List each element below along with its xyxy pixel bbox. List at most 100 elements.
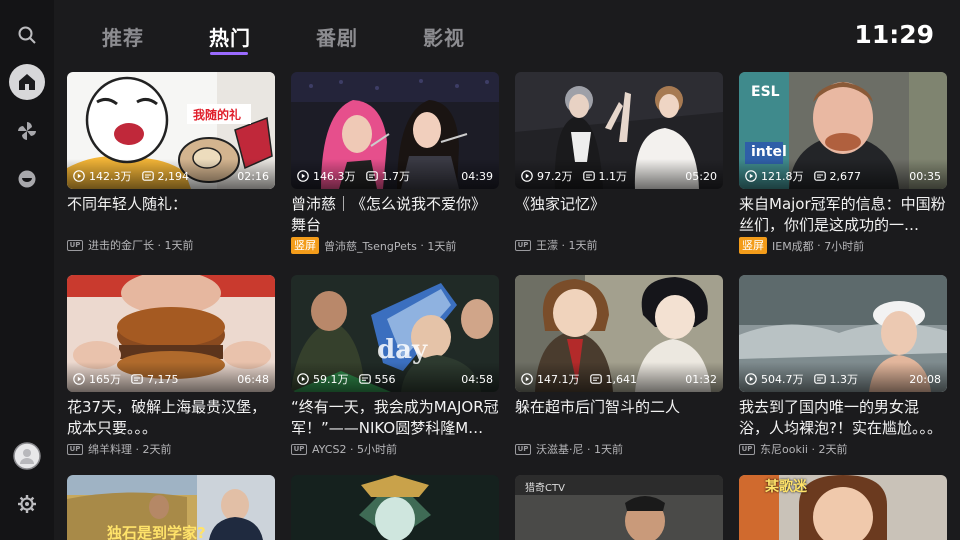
play-count-icon [745,373,757,385]
video-stats: 121.8万 2,677 00:35 [745,169,941,183]
video-title: 曾沛慈｜《怎么说我不爱你》舞台 [291,195,487,234]
uploader-info: UP 东尼ookii · 2天前 [739,441,847,457]
video-thumbnail: day 59.1万 556 04:58 [291,275,499,392]
play-count-icon [521,170,533,182]
uploader-info: UP AYCS2 · 5小时前 [291,441,397,457]
video-thumbnail: 147.1万 1,641 01:32 [515,275,723,392]
danmaku-count: 2,677 [829,169,862,183]
video-thumbnail: 独石是到学家? [67,475,275,540]
view-count: 121.8万 [761,170,804,183]
uploader-info: UP 王濛 · 1天前 [515,237,598,253]
upload-time: 1天前 [594,443,623,456]
danmaku-icon [141,171,154,181]
avatar [13,442,41,470]
tab-hot[interactable]: 热门 [209,22,251,51]
tab-movies[interactable]: 影视 [423,22,465,51]
thumbnail-caption: 猎奇CTV [525,483,565,494]
bowl-icon [18,170,36,188]
vertical-video-badge: 竖屏 [739,237,767,254]
search-button[interactable] [9,17,45,53]
tab-bangumi[interactable]: 番剧 [316,22,358,51]
video-title: 来自Major冠军的信息：中国粉丝们，你们是这成功的一… [739,195,946,234]
video-thumbnail: 146.3万 1.7万 04:39 [291,72,499,189]
sidebar-item-settings[interactable] [9,486,45,522]
video-duration: 02:16 [237,169,269,183]
video-title: 躲在超市后门智斗的二人 [515,398,681,416]
upload-time: 7小时前 [824,239,865,253]
thumbnail-caption: intel [751,144,787,160]
up-badge-icon: UP [67,239,83,251]
video-stats: 147.1万 1,641 01:32 [521,372,717,386]
video-title: 花37天，破解上海最贵汉堡，成本只要。。。 [67,398,267,437]
clock: 11:29 [854,20,934,49]
danmaku-icon [358,374,371,384]
video-duration: 00:35 [909,169,941,183]
play-count-icon [297,170,309,182]
danmaku-count: 2,194 [157,169,190,183]
video-duration: 05:20 [685,169,717,183]
danmaku-count: 556 [374,372,396,386]
thumbnail-caption: 我随的礼 [193,108,242,122]
thumbnail-caption: 独石是到学家? [107,524,206,540]
video-stats: 504.7万 1.3万 20:08 [745,372,941,386]
video-stats: 165万 7,175 06:48 [73,372,269,386]
upload-time: 1天前 [164,239,194,252]
active-tab-indicator [210,52,248,55]
video-stats: 97.2万 1.1万 05:20 [521,169,717,183]
video-duration: 20:08 [909,372,941,386]
sidebar-item-home[interactable] [9,64,45,100]
play-count-icon [745,170,757,182]
up-badge-icon: UP [739,443,755,455]
sidebar [0,0,54,540]
up-badge-icon: UP [515,443,531,455]
upload-time: 2天前 [142,443,172,456]
uploader-name: 东尼ookii [760,443,808,456]
video-thumbnail: 97.2万 1.1万 05:20 [515,72,723,189]
uploader-name: 曾沛慈_TsengPets [324,239,417,253]
uploader-info: 竖屏 IEM成都 · 7小时前 [739,237,864,254]
uploader-info: UP 进击的金厂长 · 1天前 [67,237,194,253]
view-count: 165万 [89,373,121,386]
video-stats: 142.3万 2,194 02:16 [73,169,269,183]
home-icon [19,74,35,90]
video-duration: 04:58 [461,372,493,386]
thumbnail-caption: 某歌迷 [765,479,807,495]
sidebar-item-anime[interactable] [9,113,45,149]
video-thumbnail: 165万 7,175 06:48 [67,275,275,392]
up-badge-icon: UP [291,443,307,455]
pinwheel-icon [18,122,36,140]
thumbnail-caption: ESL [751,84,780,100]
view-count: 504.7万 [761,373,804,386]
danmaku-count: 1.1万 [598,170,628,183]
uploader-name: 沃滋基·尼 [536,443,584,456]
danmaku-icon [582,171,595,181]
video-duration: 01:32 [685,372,717,386]
sidebar-item-profile[interactable] [9,438,45,474]
view-count: 142.3万 [89,170,132,183]
upload-time: 1天前 [568,239,598,252]
video-duration: 06:48 [237,372,269,386]
video-thumbnail: 我随的礼 142.3万 2,194 02:16 [67,72,275,189]
video-stats: 59.1万 556 04:58 [297,372,493,386]
sidebar-item-bowl[interactable] [9,161,45,197]
up-badge-icon: UP [515,239,531,251]
uploader-name: 王濛 [536,239,558,252]
uploader-name: 绵羊料理 [88,443,132,456]
uploader-info: UP 沃滋基·尼 · 1天前 [515,441,623,457]
uploader-name: 进击的金厂长 [88,239,154,252]
view-count: 97.2万 [537,170,573,183]
danmaku-count: 7,175 [147,372,179,386]
gear-icon [18,495,36,513]
video-thumbnail [291,475,499,540]
search-icon [18,26,36,44]
danmaku-icon [589,374,602,384]
view-count: 59.1万 [313,373,349,386]
thumbnail-caption: day [377,335,428,365]
upload-time: 1天前 [427,239,457,253]
up-badge-icon: UP [67,443,83,455]
uploader-name: AYCS2 [312,442,347,456]
play-count-icon [297,373,309,385]
view-count: 147.1万 [537,373,580,386]
uploader-info: 竖屏 曾沛慈_TsengPets · 1天前 [291,237,456,254]
tab-recommend[interactable]: 推荐 [102,22,144,51]
